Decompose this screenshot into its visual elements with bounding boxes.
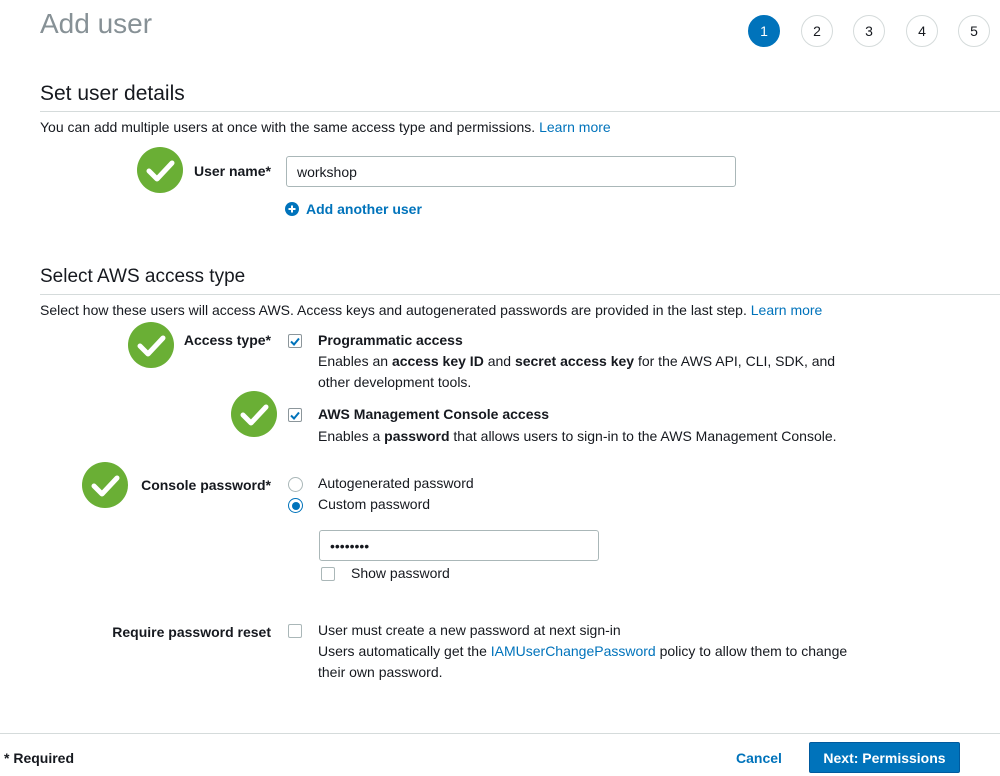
user-details-description-text: You can add multiple users at once with …: [40, 119, 536, 135]
section-heading-user-details: Set user details: [40, 82, 185, 105]
programmatic-access-checkbox[interactable]: [288, 334, 302, 348]
next-permissions-button[interactable]: Next: Permissions: [809, 742, 960, 773]
add-another-user-label: Add another user: [306, 201, 422, 217]
plus-circle-icon: [285, 202, 299, 216]
learn-more-link[interactable]: Learn more: [539, 119, 611, 135]
custom-password-label: Custom password: [318, 496, 431, 512]
add-another-user-button[interactable]: Add another user: [285, 201, 422, 217]
autogenerated-password-radio[interactable]: [288, 477, 303, 492]
page-title: Add user: [40, 8, 153, 39]
autogenerated-password-label: Autogenerated password: [318, 475, 474, 491]
user-details-description: You can add multiple users at once with …: [40, 119, 611, 135]
programmatic-access-title: Programmatic access: [318, 332, 463, 348]
step-1[interactable]: 1: [748, 15, 780, 47]
section-heading-access-type: Select AWS access type: [40, 266, 246, 287]
cancel-button[interactable]: Cancel: [736, 750, 782, 766]
require-password-reset-description: Users automatically get the IAMUserChang…: [318, 643, 848, 680]
iam-user-change-password-link[interactable]: IAMUserChangePassword: [491, 643, 656, 659]
show-password-checkbox[interactable]: [321, 567, 335, 581]
user-name-label: User name*: [193, 163, 271, 179]
require-password-reset-checkbox[interactable]: [288, 624, 302, 638]
programmatic-access-description: Enables an access key ID and secret acce…: [318, 353, 836, 390]
console-access-title: AWS Management Console access: [318, 406, 550, 422]
access-type-description-text: Select how these users will access AWS. …: [40, 302, 747, 318]
custom-password-radio[interactable]: [288, 498, 303, 513]
console-password-label: Console password*: [141, 477, 271, 493]
console-access-valid-check-icon: [231, 391, 277, 437]
custom-password-input[interactable]: [319, 530, 599, 561]
access-type-label: Access type*: [183, 332, 271, 348]
require-password-reset-label: Require password reset: [112, 624, 271, 640]
step-5[interactable]: 5: [958, 15, 990, 47]
footer-divider: [0, 733, 1000, 734]
step-3[interactable]: 3: [853, 15, 885, 47]
access-type-description: Select how these users will access AWS. …: [40, 302, 822, 318]
section-divider: [40, 294, 1000, 295]
require-password-reset-text: User must create a new password at next …: [318, 622, 621, 638]
checkmark-icon: [290, 337, 300, 346]
step-2[interactable]: 2: [801, 15, 833, 47]
step-4[interactable]: 4: [906, 15, 938, 47]
show-password-label: Show password: [351, 565, 450, 581]
learn-more-link[interactable]: Learn more: [751, 302, 823, 318]
user-name-input[interactable]: [286, 156, 736, 187]
console-access-checkbox[interactable]: [288, 408, 302, 422]
checkmark-icon: [290, 411, 300, 420]
section-divider: [40, 111, 1000, 112]
required-note: * Required: [4, 750, 75, 766]
console-access-description: Enables a password that allows users to …: [318, 428, 837, 444]
